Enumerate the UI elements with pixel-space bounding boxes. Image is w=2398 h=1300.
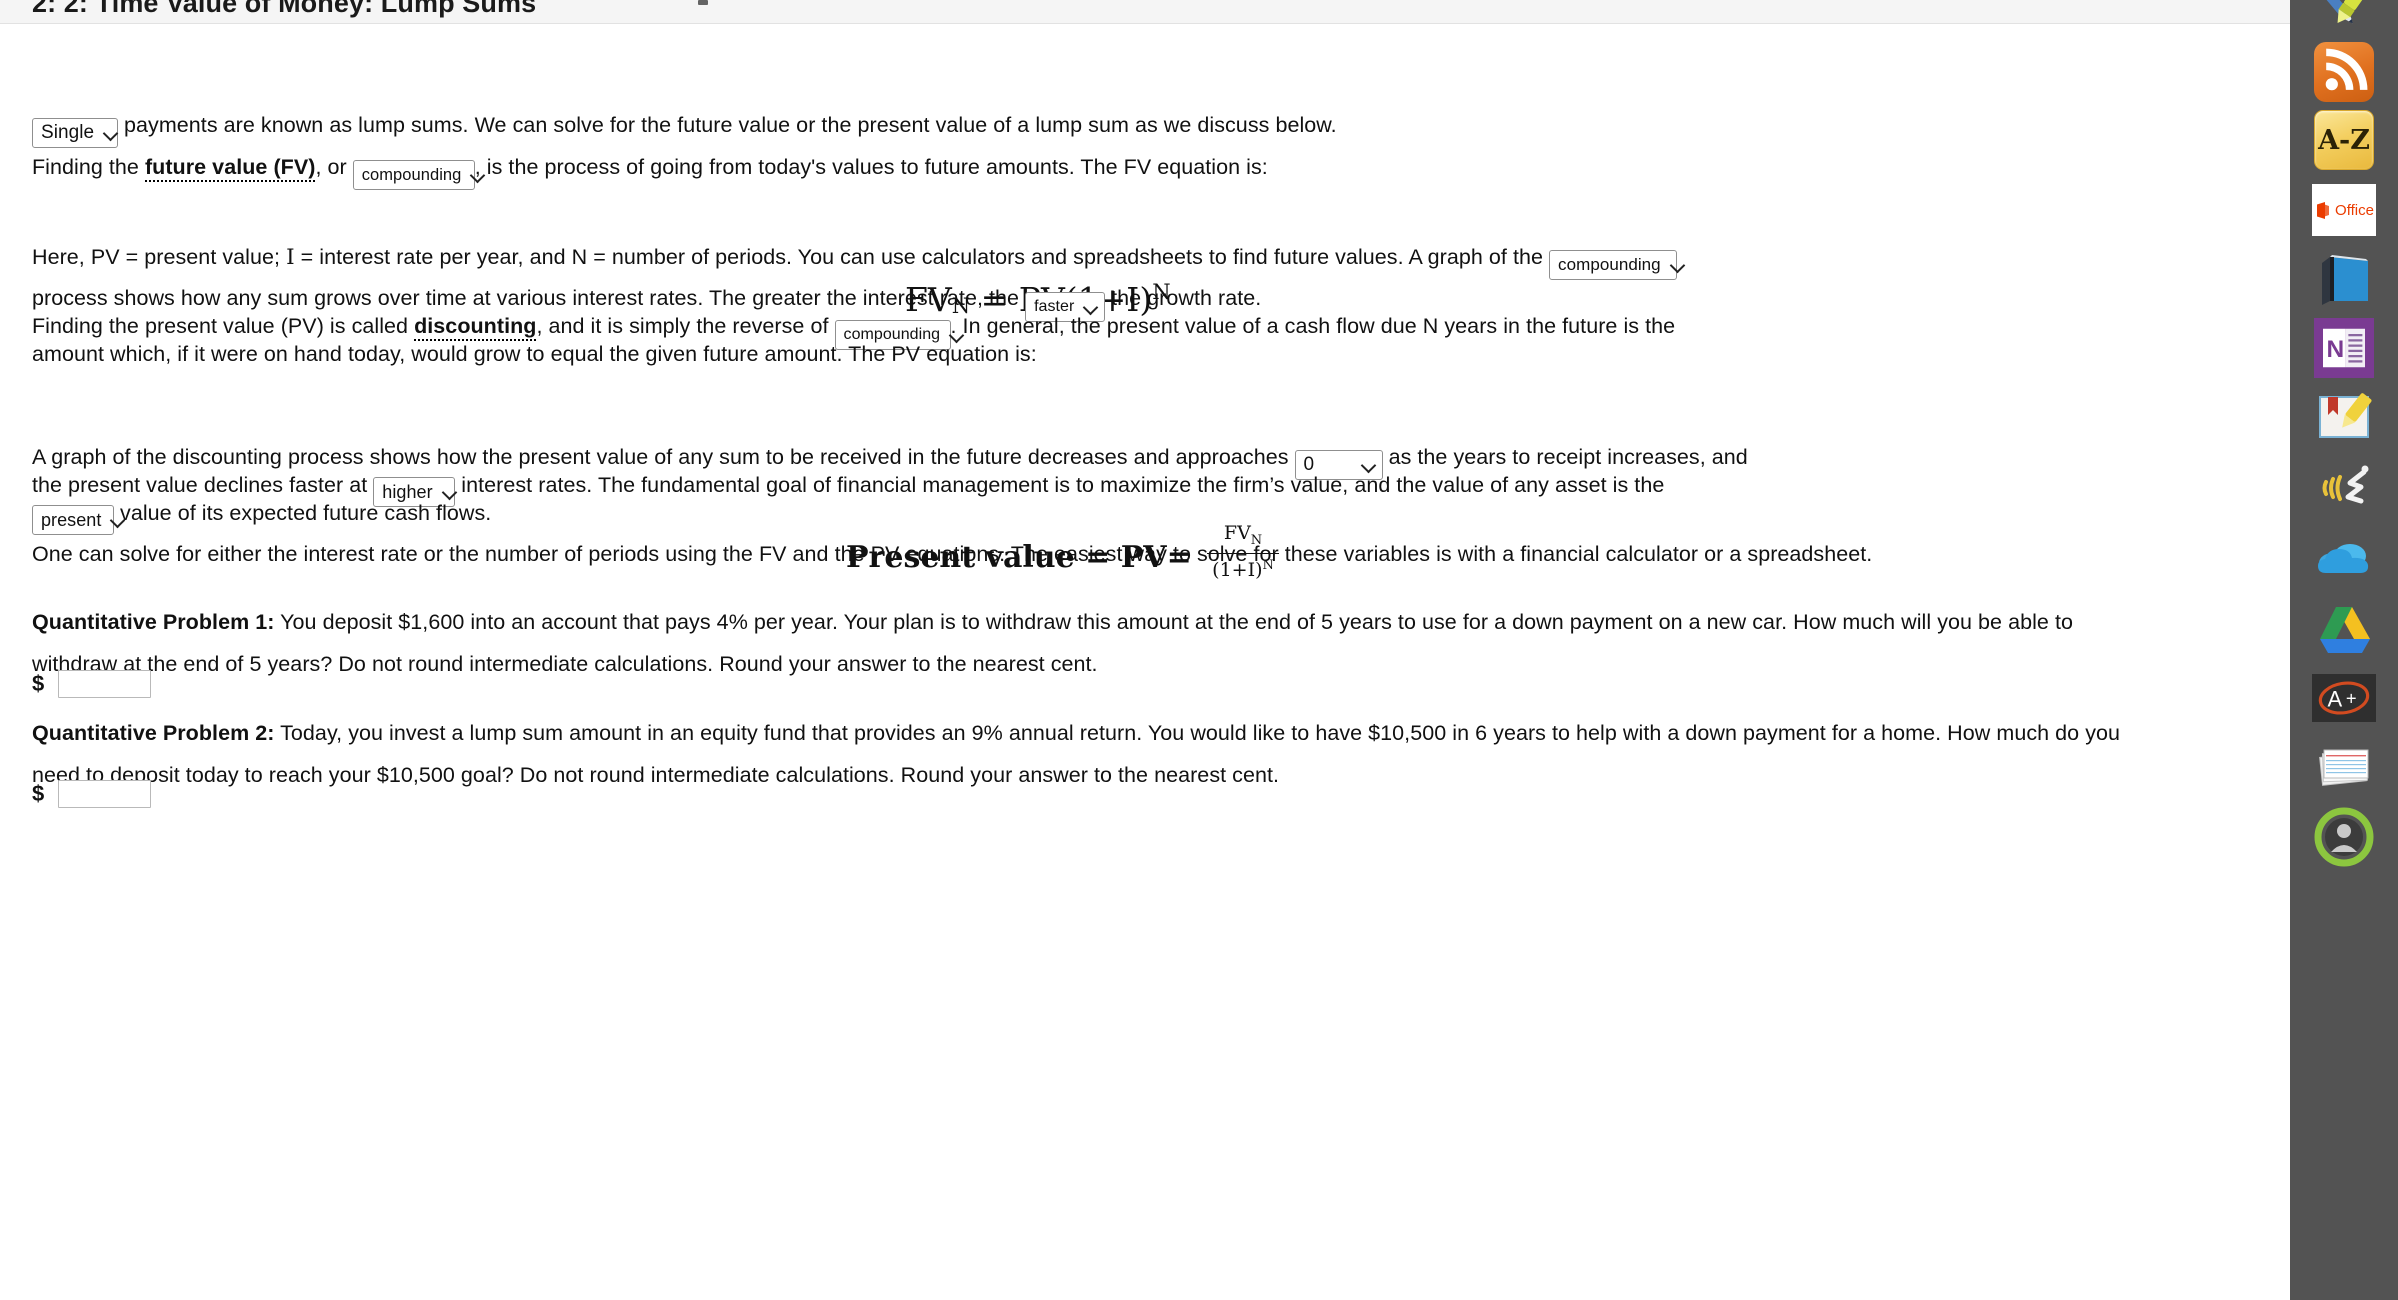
compounding-select-2[interactable]: compounding [1549, 250, 1678, 280]
paragraph-lump-sums: Single payments are known as lump sums. … [32, 104, 2232, 148]
disc-line2: amount which, if it were on hand today, … [32, 342, 1037, 366]
fv-text-middle: , or [315, 155, 353, 179]
onenote-tile: N [2314, 318, 2374, 378]
onenote-icon[interactable]: N [2312, 316, 2376, 380]
problem-1-label: Quantitative Problem 1: [32, 610, 275, 634]
problem-2-currency-symbol: $ [32, 781, 45, 806]
page-title: 2: 2: Time Value of Money: Lump Sums [32, 0, 537, 18]
fv-text-after: , is the process of going from today's v… [474, 155, 1268, 179]
svg-text:N: N [2327, 336, 2345, 363]
user-avatar-icon[interactable] [2312, 805, 2376, 869]
fv-text-before: Finding the [32, 155, 145, 179]
svg-text:A: A [2328, 686, 2343, 711]
page-root: 2: 2: Time Value of Money: Lump Sums Sin… [0, 0, 2398, 1300]
p6-text: One can solve for either the interest ra… [32, 542, 1873, 566]
office-tile: Office [2312, 184, 2376, 236]
problem-2-label: Quantitative Problem 2: [32, 721, 275, 745]
office-label: Office [2335, 201, 2374, 219]
onedrive-cloud-icon[interactable] [2312, 527, 2376, 591]
chevron-down-icon [111, 514, 124, 527]
rss-feed-icon[interactable] [2312, 40, 2376, 104]
index-cards-icon[interactable] [2312, 735, 2376, 799]
here-seg-b: = interest rate per year, and N = number… [294, 245, 1550, 269]
paragraph-future-value: Finding the future value (FV), or compou… [32, 146, 2232, 190]
quantitative-problem-1: Quantitative Problem 1: You deposit $1,6… [32, 601, 2142, 685]
google-drive-icon[interactable] [2312, 597, 2376, 661]
aplus-tile: A + [2312, 674, 2376, 722]
quantitative-problem-2: Quantitative Problem 2: Today, you inves… [32, 712, 2142, 796]
office-mark-icon [2317, 201, 2330, 219]
blue-book-icon[interactable] [2312, 247, 2376, 311]
problem-1-text: You deposit $1,600 into an account that … [32, 610, 2073, 676]
az-tile: A-Z [2314, 110, 2374, 170]
rss-tile [2314, 42, 2374, 102]
bookmark-highlighter-icon[interactable] [2312, 385, 2376, 449]
right-toolbar-dock: A-Z Office N A + [2290, 0, 2398, 1300]
single-payments-select[interactable]: Single [32, 118, 118, 148]
problem-1-currency-symbol: $ [32, 671, 45, 696]
paragraph-lump-sums-text: payments are known as lump sums. We can … [118, 113, 1337, 137]
text-to-speech-icon[interactable] [2312, 456, 2376, 520]
here-seg-a: Here, PV = present value; [32, 245, 287, 269]
problem-1-answer-row: $ [32, 670, 152, 698]
variable-i: I [286, 245, 295, 270]
problem-1-answer-input[interactable] [58, 670, 152, 698]
header-artifact [698, 0, 708, 5]
p5-seg-e: value of its expected future cash flows. [114, 501, 492, 525]
compounding-select-1[interactable]: compounding [352, 160, 475, 190]
chevron-down-icon [1671, 259, 1684, 272]
grade-aplus-icon[interactable]: A + [2312, 666, 2376, 730]
present-value-select[interactable]: present [32, 505, 114, 535]
problem-2-answer-row: $ [32, 780, 152, 808]
paragraph-here-pv-line1: Here, PV = present value; I = interest r… [32, 236, 2282, 280]
paragraph-graph-discounting-line3: present value of its expected future cas… [32, 492, 2282, 535]
future-value-emphasis: future value (FV) [144, 155, 316, 182]
microsoft-office-icon[interactable]: Office [2312, 178, 2376, 242]
dictionary-az-icon[interactable]: A-Z [2312, 108, 2376, 172]
problem-2-answer-input[interactable] [58, 780, 152, 808]
paragraph-discounting-line2: amount which, if it were on hand today, … [32, 333, 2282, 375]
problem-2-text: Today, you invest a lump sum amount in a… [32, 721, 2121, 787]
chevron-down-icon [104, 127, 117, 140]
chevron-down-icon [471, 169, 484, 182]
svg-text:+: + [2346, 687, 2357, 708]
pen-highlighter-icon[interactable] [2312, 0, 2376, 34]
paragraph-solve-rate-periods: One can solve for either the interest ra… [32, 533, 2162, 575]
document-content: Single payments are known as lump sums. … [0, 24, 2290, 1300]
az-label: A-Z [2318, 124, 2370, 156]
